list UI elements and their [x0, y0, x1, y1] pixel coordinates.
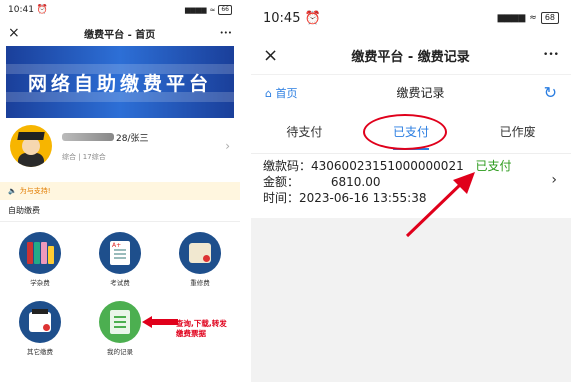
books-icon: [19, 232, 61, 274]
signal-icon: ▆▆▆▆: [497, 13, 526, 23]
notice-text: 为与支持!: [19, 187, 51, 195]
close-icon[interactable]: ×: [263, 45, 278, 66]
status-signal: ▆▆▆▆ ≈ 66: [185, 5, 232, 15]
grid-label: 我的记录: [107, 348, 133, 356]
record-amount: 6810.00: [330, 175, 381, 189]
wifi-icon: ≈: [529, 13, 537, 23]
section-title: 缴费记录: [396, 86, 445, 100]
exam-paper-icon: A+: [99, 232, 141, 274]
tab-pending[interactable]: 待支付: [286, 123, 322, 140]
annotation-arrow: [405, 172, 475, 238]
battery-icon: 68: [540, 12, 559, 24]
redacted-id: [62, 133, 114, 141]
annotation-text: 查询,下载,转发 缴费票据: [176, 319, 227, 338]
grid-label: 考试费: [110, 279, 130, 287]
sub-header: ⌂ 首页 缴费记录 ↻: [251, 74, 571, 110]
more-icon[interactable]: •••: [543, 50, 559, 60]
grid-item-exam[interactable]: A+ 考试费: [80, 232, 160, 287]
more-icon[interactable]: •••: [220, 29, 232, 37]
grid-item-other[interactable]: 其它缴费: [0, 301, 80, 356]
banner: 网络自助缴费平台: [6, 46, 234, 118]
section-title: 自助缴费: [0, 200, 240, 222]
notice-bar: 🔈 为与支持!: [0, 182, 240, 200]
page-title: 缴费平台 - 首页: [84, 29, 156, 41]
status-time: 10:41 ⏰: [8, 5, 49, 15]
nav-bar: × 缴费平台 - 缴费记录 •••: [251, 36, 571, 74]
profile-info: 28/张三 综合 | 17综合: [62, 131, 225, 162]
tab-voided[interactable]: 已作废: [500, 123, 536, 140]
certificate-icon: [19, 301, 61, 343]
grid-label: 重修费: [190, 279, 210, 287]
status-time: 10:45 ⏰: [263, 10, 321, 26]
grid-label: 学杂费: [30, 279, 50, 287]
grid-label: 其它缴费: [27, 348, 53, 356]
nav-bar: × 缴费平台 - 首页 •••: [0, 20, 240, 46]
status-bar: 10:45 ⏰ ▆▆▆▆ ≈ 68: [251, 0, 571, 36]
phone-screen-home: 10:41 ⏰ ▆▆▆▆ ≈ 66 × 缴费平台 - 首页 ••• 网络自助缴费…: [0, 0, 240, 382]
alarm-icon: ⏰: [304, 10, 321, 26]
grid-item-tuition[interactable]: 学杂费: [0, 232, 80, 287]
home-link[interactable]: ⌂ 首页: [265, 85, 297, 101]
record-list-icon: [99, 301, 141, 343]
chevron-right-icon: ›: [551, 172, 557, 188]
scroll-icon: [179, 232, 221, 274]
signal-icon: ▆▆▆▆: [184, 6, 207, 14]
status-bar: 10:41 ⏰ ▆▆▆▆ ≈ 66: [0, 0, 240, 20]
phone-screen-records: 10:45 ⏰ ▆▆▆▆ ≈ 68 × 缴费平台 - 缴费记录 ••• ⌂ 首页…: [251, 0, 571, 382]
profile-sub: 综合 | 17综合: [62, 152, 106, 161]
grid-item-my-records[interactable]: 我的记录: [80, 301, 160, 356]
alarm-icon: ⏰: [36, 5, 49, 15]
page-title: 缴费平台 - 缴费记录: [351, 49, 470, 65]
close-icon[interactable]: ×: [8, 25, 20, 41]
speaker-icon: 🔈: [8, 187, 17, 195]
annotation-arrow: [142, 316, 178, 328]
banner-title: 网络自助缴费平台: [27, 72, 212, 95]
battery-icon: 66: [218, 5, 232, 15]
refresh-icon[interactable]: ↻: [544, 83, 557, 102]
status-tabs: 待支付 已支付 已作废: [251, 110, 571, 154]
grid-item-retake[interactable]: 重修费: [160, 232, 240, 287]
profile-name: 28/张三: [62, 131, 225, 144]
chevron-right-icon: ›: [225, 139, 230, 153]
status-signal: ▆▆▆▆ ≈ 68: [498, 12, 559, 24]
profile-card[interactable]: 28/张三 综合 | 17综合 ›: [0, 118, 240, 174]
wifi-icon: ≈: [209, 6, 216, 14]
highlight-ellipse: [363, 114, 447, 150]
avatar: [10, 125, 52, 167]
